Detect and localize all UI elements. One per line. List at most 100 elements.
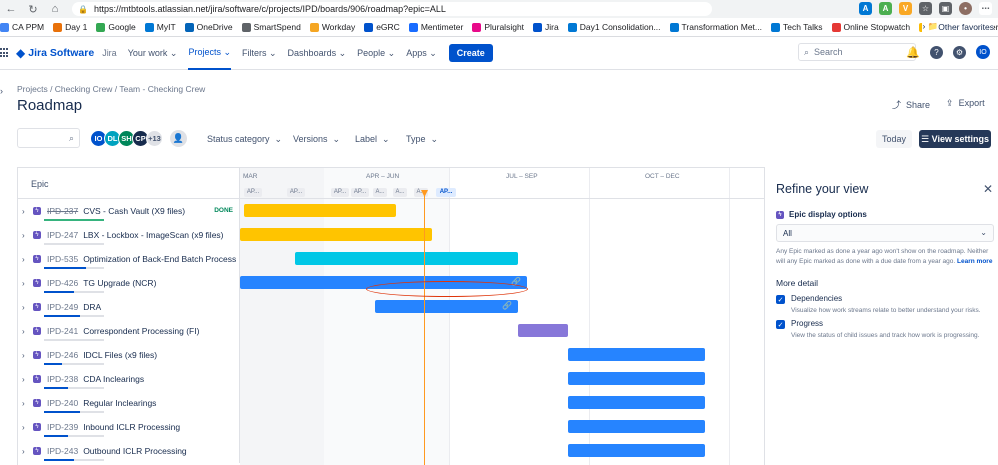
user-avatar[interactable]: IO bbox=[976, 45, 990, 59]
epic-timeline-bar[interactable] bbox=[568, 372, 705, 385]
epic-summary[interactable]: Outbound ICLR Processing bbox=[83, 446, 186, 456]
chevron-right-icon[interactable]: › bbox=[22, 399, 31, 408]
epic-summary[interactable]: LBX - Lockbox - ImageScan (x9 files) bbox=[83, 230, 223, 240]
epic-timeline-bar[interactable] bbox=[244, 204, 396, 217]
bookmark-item[interactable]: MyIT bbox=[144, 22, 176, 32]
share-button[interactable]: ⤴ Share bbox=[892, 98, 930, 111]
epic-summary[interactable]: CDA Inclearings bbox=[83, 374, 144, 384]
epic-key[interactable]: IPD-535 bbox=[47, 254, 78, 264]
favorites-icon[interactable]: ☆ bbox=[919, 2, 932, 15]
epic-summary[interactable]: IDCL Files (x9 files) bbox=[83, 350, 157, 360]
add-people-icon[interactable]: 👤 bbox=[170, 130, 187, 147]
epic-label[interactable]: › ϟ IPD-238 CDA Inclearings bbox=[18, 367, 240, 391]
progress-checkbox[interactable]: ✓ bbox=[776, 320, 785, 329]
chevron-right-icon[interactable]: › bbox=[22, 375, 31, 384]
profile-icon[interactable]: • bbox=[959, 2, 972, 15]
epic-summary[interactable]: TG Upgrade (NCR) bbox=[83, 278, 156, 288]
more-assignees-badge[interactable]: +13 bbox=[146, 130, 163, 147]
extension-icon[interactable]: A bbox=[879, 2, 892, 15]
home-icon[interactable]: ⌂ bbox=[44, 3, 66, 15]
epic-row[interactable]: › ϟ IPD-240 Regular Inclearings bbox=[18, 391, 764, 415]
epic-row[interactable]: › ϟ IPD-238 CDA Inclearings bbox=[18, 367, 764, 391]
chevron-right-icon[interactable]: › bbox=[22, 351, 31, 360]
chevron-right-icon[interactable]: › bbox=[22, 327, 31, 336]
bookmark-item[interactable]: CA PPM bbox=[0, 22, 44, 32]
epic-row[interactable]: › ϟ IPD-239 Inbound ICLR Processing bbox=[18, 415, 764, 439]
epic-label[interactable]: › ϟ IPD-239 Inbound ICLR Processing bbox=[18, 415, 240, 439]
epic-row[interactable]: › ϟ IPD-535 Optimization of Back-End Batch … bbox=[18, 247, 764, 271]
chevron-right-icon[interactable]: › bbox=[22, 255, 31, 264]
epic-timeline-bar[interactable] bbox=[568, 444, 705, 457]
epic-timeline-bar[interactable] bbox=[518, 324, 568, 337]
epic-label[interactable]: › ϟ IPD-237 CVS - Cash Vault (X9 files) DONE bbox=[18, 199, 240, 223]
epic-timeline-bar[interactable] bbox=[240, 228, 432, 241]
bookmark-item[interactable]: Day 1 bbox=[53, 22, 87, 32]
export-button[interactable]: ⇪ Export bbox=[946, 98, 985, 109]
epic-row[interactable]: › ϟ IPD-249 DRA 🔗 bbox=[18, 295, 764, 319]
epic-label[interactable]: › ϟ IPD-426 TG Upgrade (NCR) bbox=[18, 271, 240, 295]
notifications-icon[interactable]: 🔔 bbox=[906, 46, 920, 59]
epic-summary[interactable]: CVS - Cash Vault (X9 files) bbox=[83, 206, 185, 216]
nav-projects[interactable]: Projects ⌄ bbox=[188, 37, 231, 70]
bookmark-item[interactable]: Jira bbox=[533, 22, 559, 32]
collections-icon[interactable]: ▣ bbox=[939, 2, 952, 15]
view-settings-button[interactable]: ☰ View settings bbox=[919, 130, 991, 148]
back-icon[interactable]: ← bbox=[0, 3, 22, 15]
epic-summary[interactable]: Regular Inclearings bbox=[83, 398, 156, 408]
nav-people[interactable]: People ⌄ bbox=[357, 48, 395, 59]
epic-key[interactable]: IPD-249 bbox=[47, 302, 78, 312]
bookmark-item[interactable]: Online Stopwatch bbox=[831, 22, 910, 32]
epic-row[interactable]: › ϟ IPD-237 CVS - Cash Vault (X9 files) DONE bbox=[18, 199, 764, 223]
type-dropdown[interactable]: Type ⌄ bbox=[406, 134, 438, 145]
epic-key[interactable]: IPD-246 bbox=[47, 350, 78, 360]
nav-your-work[interactable]: Your work ⌄ bbox=[128, 48, 178, 59]
epic-summary[interactable]: Correspondent Processing (FI) bbox=[83, 326, 199, 336]
bookmark-item[interactable]: Workday bbox=[309, 22, 355, 32]
reload-icon[interactable]: ↻ bbox=[22, 3, 44, 16]
epic-key[interactable]: IPD-241 bbox=[47, 326, 78, 336]
bookmark-item[interactable]: OneDrive bbox=[184, 22, 233, 32]
create-button[interactable]: Create bbox=[448, 44, 493, 62]
bookmark-item[interactable]: SmartSpend bbox=[241, 22, 301, 32]
bookmark-item[interactable]: Transformation Met... bbox=[669, 22, 762, 32]
status-category-dropdown[interactable]: Status category ⌄ bbox=[207, 134, 282, 145]
bookmark-item[interactable]: Pluralsight bbox=[472, 22, 524, 32]
other-favorites[interactable]: › 📁 Other favorites bbox=[922, 21, 994, 32]
label-dropdown[interactable]: Label ⌄ bbox=[355, 134, 390, 145]
bookmark-item[interactable]: Day1 Consolidation... bbox=[567, 22, 661, 32]
epic-summary[interactable]: Optimization of Back-End Batch Process bbox=[83, 254, 236, 264]
bookmark-item[interactable]: Mentimeter bbox=[408, 22, 463, 32]
roadmap-search-input[interactable]: ⌕ bbox=[17, 128, 80, 148]
bookmark-item[interactable]: eGRC bbox=[364, 22, 400, 32]
epic-row[interactable]: › ϟ IPD-247 LBX - Lockbox - ImageScan (x9 f… bbox=[18, 223, 764, 247]
epic-row[interactable]: › ϟ IPD-241 Correspondent Processing (FI) bbox=[18, 319, 764, 343]
epic-timeline-bar[interactable] bbox=[568, 396, 705, 409]
breadcrumb[interactable]: Projects / Checking Crew / Team - Checki… bbox=[17, 84, 205, 94]
epic-timeline-bar[interactable]: 🔗 bbox=[375, 300, 518, 313]
epic-key[interactable]: IPD-239 bbox=[47, 422, 78, 432]
epic-label[interactable]: › ϟ IPD-249 DRA bbox=[18, 295, 240, 319]
epic-label[interactable]: › ϟ IPD-243 Outbound ICLR Processing bbox=[18, 439, 240, 463]
nav-filters[interactable]: Filters ⌄ bbox=[242, 48, 277, 59]
chevron-right-icon[interactable]: › bbox=[22, 279, 31, 288]
jira-logo[interactable]: ◆ Jira Software Jira bbox=[16, 46, 117, 60]
learn-more-link[interactable]: Learn more bbox=[957, 258, 992, 265]
epic-row[interactable]: › ϟ IPD-243 Outbound ICLR Processing bbox=[18, 439, 764, 463]
chevron-right-icon[interactable]: › bbox=[22, 423, 31, 432]
epic-label[interactable]: › ϟ IPD-247 LBX - Lockbox - ImageScan (x9 f… bbox=[18, 223, 240, 247]
settings-icon[interactable]: ⚙ bbox=[953, 45, 966, 59]
epic-display-select[interactable]: All ⌄ bbox=[776, 224, 994, 242]
bookmark-item[interactable]: Google bbox=[96, 22, 136, 32]
address-bar[interactable]: 🔒 https://mtbtools.atlassian.net/jira/so… bbox=[72, 2, 712, 16]
chevron-right-icon[interactable]: › bbox=[22, 231, 31, 240]
epic-label[interactable]: › ϟ IPD-241 Correspondent Processing (FI) bbox=[18, 319, 240, 343]
sidebar-expand-icon[interactable]: › bbox=[0, 86, 8, 106]
chevron-right-icon[interactable]: › bbox=[22, 207, 31, 216]
epic-timeline-bar[interactable] bbox=[568, 420, 705, 433]
epic-label[interactable]: › ϟ IPD-535 Optimization of Back-End Batch … bbox=[18, 247, 240, 271]
epic-key[interactable]: IPD-247 bbox=[47, 230, 78, 240]
epic-key[interactable]: IPD-243 bbox=[47, 446, 78, 456]
epic-label[interactable]: › ϟ IPD-240 Regular Inclearings bbox=[18, 391, 240, 415]
epic-key[interactable]: IPD-238 bbox=[47, 374, 78, 384]
bookmark-item[interactable]: Tech Talks bbox=[771, 22, 823, 32]
